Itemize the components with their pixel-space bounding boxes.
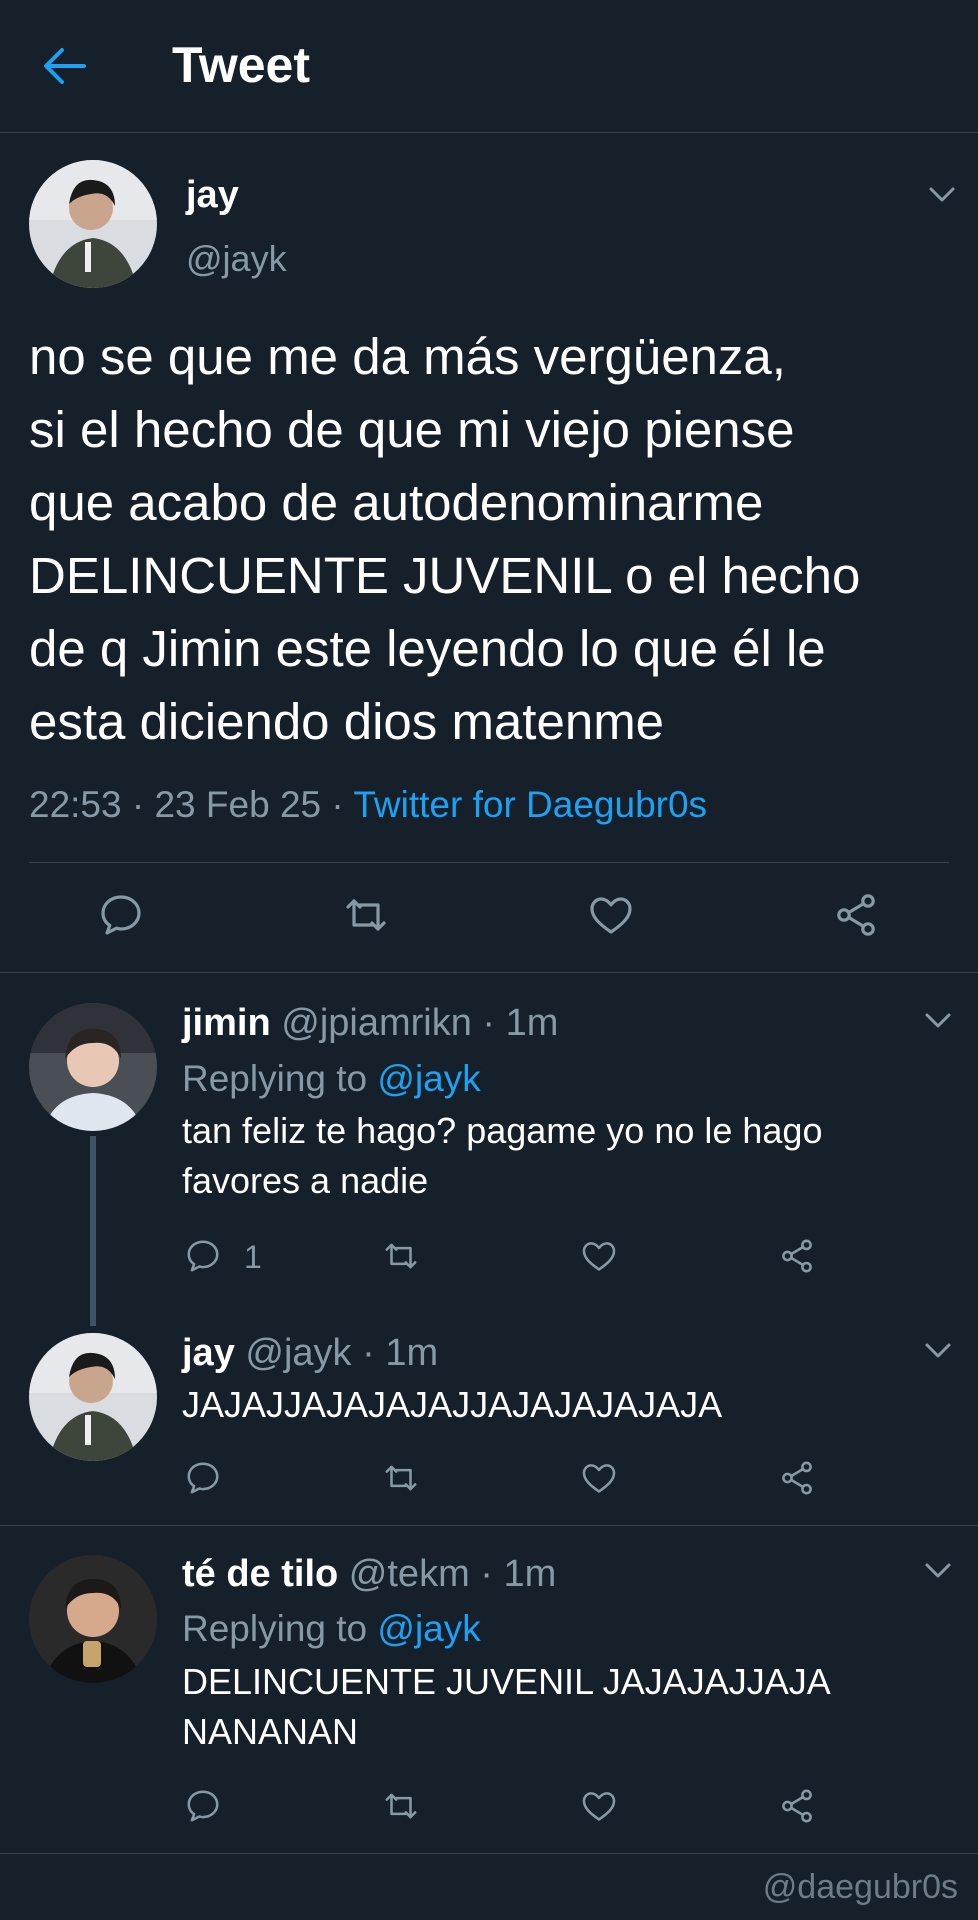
replying-label: Replying to xyxy=(182,1608,378,1649)
replying-to: Replying to @jayk xyxy=(182,1608,481,1650)
divider xyxy=(29,862,949,863)
tweet-time: 22:53 xyxy=(29,784,122,825)
author-name[interactable]: jay xyxy=(186,174,239,217)
divider xyxy=(0,1525,978,1526)
retweet-icon[interactable] xyxy=(342,891,390,939)
mention-link[interactable]: @jayk xyxy=(377,1608,480,1649)
avatar[interactable] xyxy=(29,1003,157,1131)
tweet-metadata: 22:53 · 23 Feb 25 · Twitter for Daegubr0… xyxy=(29,784,707,826)
like-icon[interactable] xyxy=(580,1237,618,1275)
chevron-down-icon[interactable] xyxy=(924,1562,952,1580)
reply-icon[interactable] xyxy=(184,1459,222,1497)
meta-separator: · xyxy=(321,784,354,825)
meta-separator: · xyxy=(121,784,155,825)
author-handle[interactable]: @jayk xyxy=(245,1332,351,1374)
reply-age: · 1m xyxy=(471,1002,559,1044)
reply-text: JAJAJJAJAJAJAJJAJAJAJAJAJA xyxy=(182,1384,723,1425)
top-bar: Tweet xyxy=(0,0,978,133)
tweet-source-link[interactable]: Twitter for Daegubr0s xyxy=(353,784,707,825)
reply-age: · 1m xyxy=(469,1553,557,1595)
share-icon[interactable] xyxy=(778,1459,816,1497)
share-icon[interactable] xyxy=(832,891,880,939)
divider xyxy=(0,972,978,973)
chevron-down-icon[interactable] xyxy=(924,1342,952,1360)
avatar[interactable] xyxy=(29,1333,157,1461)
reply-header: té de tilo @tekm · 1m xyxy=(182,1553,556,1596)
like-icon[interactable] xyxy=(587,891,635,939)
retweet-icon[interactable] xyxy=(382,1459,420,1497)
share-icon[interactable] xyxy=(778,1237,816,1275)
chevron-down-icon[interactable] xyxy=(928,186,956,204)
watermark: @daegubr0s xyxy=(762,1868,958,1906)
author-handle[interactable]: @tekm xyxy=(349,1553,470,1595)
tweet-text: no se que me da más vergüenza, si el hec… xyxy=(29,328,861,750)
like-icon[interactable] xyxy=(580,1787,618,1825)
divider xyxy=(0,1853,978,1854)
author-name[interactable]: té de tilo xyxy=(182,1553,338,1595)
reply-icon[interactable] xyxy=(97,891,145,939)
reply-text: DELINCUENTE JUVENIL JAJAJAJJAJA NANANAN xyxy=(182,1661,831,1752)
reply-header: jay @jayk · 1m xyxy=(182,1332,438,1375)
thread-line xyxy=(90,1136,96,1326)
author-name[interactable]: jay xyxy=(182,1332,235,1374)
reply-header: jimin @jpiamrikn · 1m xyxy=(182,1002,558,1045)
reply-count: 1 xyxy=(244,1239,262,1275)
like-icon[interactable] xyxy=(580,1459,618,1497)
avatar[interactable] xyxy=(29,1555,157,1683)
retweet-icon[interactable] xyxy=(382,1787,420,1825)
author-name[interactable]: jimin xyxy=(182,1002,271,1044)
reply-icon[interactable] xyxy=(184,1237,222,1275)
chevron-down-icon[interactable] xyxy=(924,1012,952,1030)
reply-icon[interactable] xyxy=(184,1787,222,1825)
reply-age: · 1m xyxy=(351,1332,439,1374)
back-arrow-icon[interactable] xyxy=(40,44,90,88)
mention-link[interactable]: @jayk xyxy=(377,1058,480,1099)
replying-label: Replying to xyxy=(182,1058,378,1099)
author-handle[interactable]: @jayk xyxy=(186,238,287,280)
retweet-icon[interactable] xyxy=(382,1237,420,1275)
author-handle[interactable]: @jpiamrikn xyxy=(281,1002,472,1044)
share-icon[interactable] xyxy=(778,1787,816,1825)
avatar[interactable] xyxy=(29,160,157,288)
page-title: Tweet xyxy=(172,37,310,93)
replying-to: Replying to @jayk xyxy=(182,1058,481,1100)
reply-text: tan feliz te hago? pagame yo no le hago … xyxy=(182,1110,823,1201)
tweet-date: 23 Feb 25 xyxy=(154,784,322,825)
